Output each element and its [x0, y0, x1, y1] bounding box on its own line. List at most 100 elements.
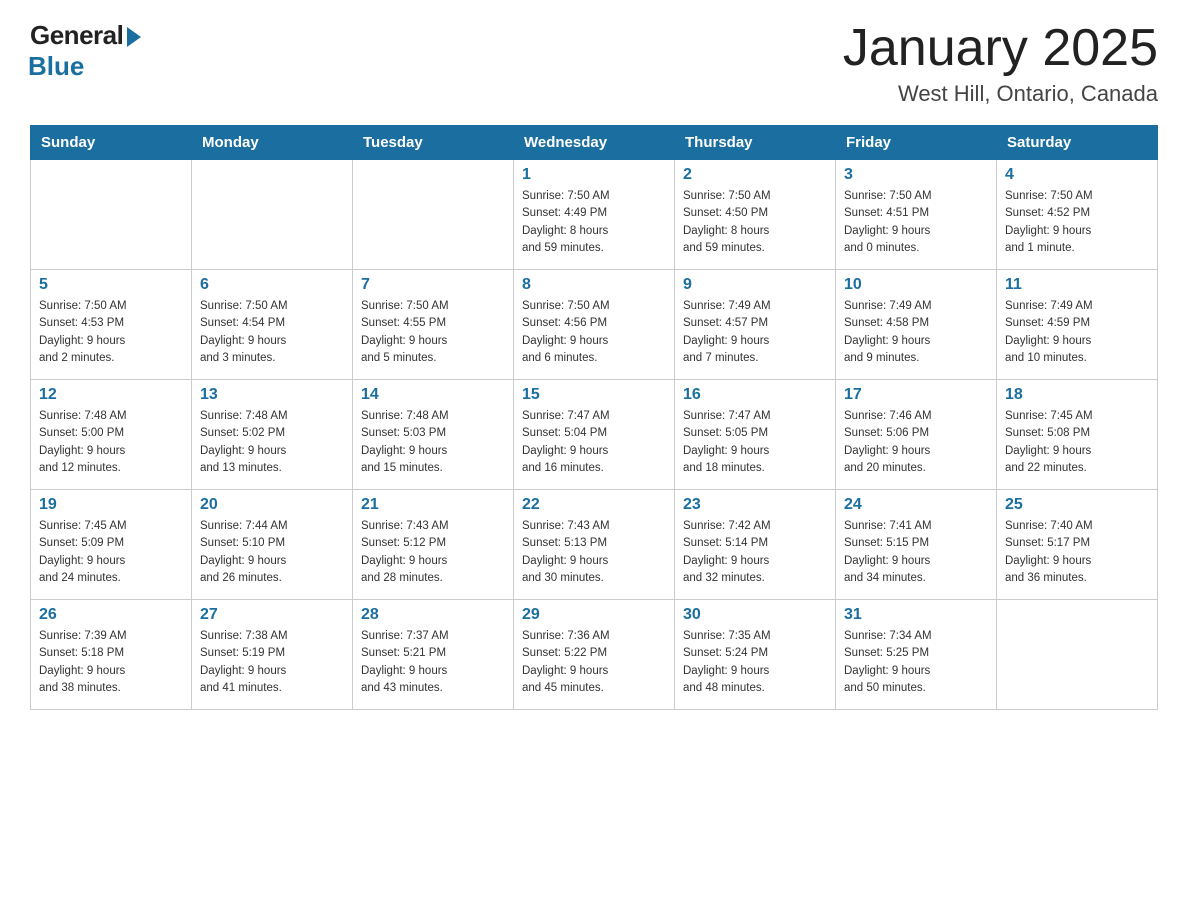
calendar-cell: 14 Sunrise: 7:48 AM Sunset: 5:03 PM Dayli…: [353, 380, 514, 490]
weekday-header-friday: Friday: [836, 126, 997, 160]
day-number: 18: [1005, 386, 1149, 404]
day-info: Sunrise: 7:50 AM Sunset: 4:54 PM Dayligh…: [200, 298, 344, 367]
calendar-cell: [353, 160, 514, 270]
calendar-week-3: 12 Sunrise: 7:48 AM Sunset: 5:00 PM Dayli…: [31, 380, 1158, 490]
calendar-week-1: 1 Sunrise: 7:50 AM Sunset: 4:49 PM Daylig…: [31, 160, 1158, 270]
calendar-location: West Hill, Ontario, Canada: [843, 81, 1158, 107]
day-info: Sunrise: 7:43 AM Sunset: 5:13 PM Dayligh…: [522, 518, 666, 587]
day-number: 12: [39, 386, 183, 404]
day-info: Sunrise: 7:46 AM Sunset: 5:06 PM Dayligh…: [844, 408, 988, 477]
day-info: Sunrise: 7:41 AM Sunset: 5:15 PM Dayligh…: [844, 518, 988, 587]
day-number: 14: [361, 386, 505, 404]
calendar-cell: 29 Sunrise: 7:36 AM Sunset: 5:22 PM Dayli…: [514, 600, 675, 710]
day-number: 13: [200, 386, 344, 404]
day-info: Sunrise: 7:50 AM Sunset: 4:53 PM Dayligh…: [39, 298, 183, 367]
calendar-week-4: 19Sunrise: 7:45 AM Sunset: 5:09 PM Dayli…: [31, 490, 1158, 600]
day-number: 24: [844, 496, 988, 514]
day-info: Sunrise: 7:36 AM Sunset: 5:22 PM Dayligh…: [522, 628, 666, 697]
calendar-cell: 4Sunrise: 7:50 AM Sunset: 4:52 PM Daylig…: [997, 160, 1158, 270]
day-info: Sunrise: 7:35 AM Sunset: 5:24 PM Dayligh…: [683, 628, 827, 697]
day-number: 1: [522, 166, 666, 184]
day-number: 23: [683, 496, 827, 514]
calendar-cell: 16Sunrise: 7:47 AM Sunset: 5:05 PM Dayli…: [675, 380, 836, 490]
day-info: Sunrise: 7:38 AM Sunset: 5:19 PM Dayligh…: [200, 628, 344, 697]
weekday-header-wednesday: Wednesday: [514, 126, 675, 160]
day-number: 30: [683, 606, 827, 624]
day-number: 11: [1005, 276, 1149, 294]
calendar-cell: 21 Sunrise: 7:43 AM Sunset: 5:12 PM Dayli…: [353, 490, 514, 600]
day-info: Sunrise: 7:49 AM Sunset: 4:57 PM Dayligh…: [683, 298, 827, 367]
day-number: 21: [361, 496, 505, 514]
weekday-header-row: SundayMondayTuesdayWednesdayThursdayFrid…: [31, 126, 1158, 160]
day-number: 16: [683, 386, 827, 404]
day-info: Sunrise: 7:48 AM Sunset: 5:00 PM Dayligh…: [39, 408, 183, 477]
day-number: 4: [1005, 166, 1149, 184]
calendar-cell: 17 Sunrise: 7:46 AM Sunset: 5:06 PM Dayli…: [836, 380, 997, 490]
day-info: Sunrise: 7:48 AM Sunset: 5:02 PM Dayligh…: [200, 408, 344, 477]
day-info: Sunrise: 7:49 AM Sunset: 4:58 PM Dayligh…: [844, 298, 988, 367]
calendar-cell: 23 Sunrise: 7:42 AM Sunset: 5:14 PM Dayli…: [675, 490, 836, 600]
day-number: 2: [683, 166, 827, 184]
day-number: 29: [522, 606, 666, 624]
day-info: Sunrise: 7:48 AM Sunset: 5:03 PM Dayligh…: [361, 408, 505, 477]
day-number: 8: [522, 276, 666, 294]
calendar-cell: 13 Sunrise: 7:48 AM Sunset: 5:02 PM Dayli…: [192, 380, 353, 490]
day-info: Sunrise: 7:43 AM Sunset: 5:12 PM Dayligh…: [361, 518, 505, 587]
calendar-cell: 9 Sunrise: 7:49 AM Sunset: 4:57 PM Daylig…: [675, 270, 836, 380]
calendar-cell: 18Sunrise: 7:45 AM Sunset: 5:08 PM Dayli…: [997, 380, 1158, 490]
calendar-cell: 2 Sunrise: 7:50 AM Sunset: 4:50 PM Daylig…: [675, 160, 836, 270]
weekday-header-sunday: Sunday: [31, 126, 192, 160]
calendar-cell: 19Sunrise: 7:45 AM Sunset: 5:09 PM Dayli…: [31, 490, 192, 600]
weekday-header-thursday: Thursday: [675, 126, 836, 160]
calendar-cell: 26 Sunrise: 7:39 AM Sunset: 5:18 PM Dayli…: [31, 600, 192, 710]
day-info: Sunrise: 7:47 AM Sunset: 5:04 PM Dayligh…: [522, 408, 666, 477]
logo-general-text: General: [30, 20, 123, 51]
calendar-cell: 5Sunrise: 7:50 AM Sunset: 4:53 PM Daylig…: [31, 270, 192, 380]
day-number: 22: [522, 496, 666, 514]
day-number: 25: [1005, 496, 1149, 514]
day-number: 7: [361, 276, 505, 294]
day-number: 26: [39, 606, 183, 624]
title-section: January 2025 West Hill, Ontario, Canada: [843, 20, 1158, 107]
day-info: Sunrise: 7:50 AM Sunset: 4:49 PM Dayligh…: [522, 188, 666, 257]
day-info: Sunrise: 7:50 AM Sunset: 4:51 PM Dayligh…: [844, 188, 988, 257]
calendar-cell: [31, 160, 192, 270]
calendar-cell: 10Sunrise: 7:49 AM Sunset: 4:58 PM Dayli…: [836, 270, 997, 380]
calendar-cell: 3Sunrise: 7:50 AM Sunset: 4:51 PM Daylig…: [836, 160, 997, 270]
calendar-cell: 28 Sunrise: 7:37 AM Sunset: 5:21 PM Dayli…: [353, 600, 514, 710]
weekday-header-saturday: Saturday: [997, 126, 1158, 160]
day-info: Sunrise: 7:40 AM Sunset: 5:17 PM Dayligh…: [1005, 518, 1149, 587]
weekday-header-tuesday: Tuesday: [353, 126, 514, 160]
day-info: Sunrise: 7:37 AM Sunset: 5:21 PM Dayligh…: [361, 628, 505, 697]
day-number: 20: [200, 496, 344, 514]
calendar-cell: 20 Sunrise: 7:44 AM Sunset: 5:10 PM Dayli…: [192, 490, 353, 600]
day-info: Sunrise: 7:50 AM Sunset: 4:50 PM Dayligh…: [683, 188, 827, 257]
calendar-cell: 8Sunrise: 7:50 AM Sunset: 4:56 PM Daylig…: [514, 270, 675, 380]
day-info: Sunrise: 7:42 AM Sunset: 5:14 PM Dayligh…: [683, 518, 827, 587]
calendar-table: SundayMondayTuesdayWednesdayThursdayFrid…: [30, 125, 1158, 710]
calendar-cell: 11 Sunrise: 7:49 AM Sunset: 4:59 PM Dayli…: [997, 270, 1158, 380]
calendar-cell: 27 Sunrise: 7:38 AM Sunset: 5:19 PM Dayli…: [192, 600, 353, 710]
calendar-cell: 15Sunrise: 7:47 AM Sunset: 5:04 PM Dayli…: [514, 380, 675, 490]
day-info: Sunrise: 7:39 AM Sunset: 5:18 PM Dayligh…: [39, 628, 183, 697]
calendar-title: January 2025: [843, 20, 1158, 77]
day-info: Sunrise: 7:44 AM Sunset: 5:10 PM Dayligh…: [200, 518, 344, 587]
calendar-cell: 12 Sunrise: 7:48 AM Sunset: 5:00 PM Dayli…: [31, 380, 192, 490]
day-number: 28: [361, 606, 505, 624]
day-number: 17: [844, 386, 988, 404]
calendar-cell: 7Sunrise: 7:50 AM Sunset: 4:55 PM Daylig…: [353, 270, 514, 380]
calendar-cell: 22 Sunrise: 7:43 AM Sunset: 5:13 PM Dayli…: [514, 490, 675, 600]
calendar-cell: 6 Sunrise: 7:50 AM Sunset: 4:54 PM Daylig…: [192, 270, 353, 380]
calendar-cell: [192, 160, 353, 270]
calendar-cell: 24 Sunrise: 7:41 AM Sunset: 5:15 PM Dayli…: [836, 490, 997, 600]
day-info: Sunrise: 7:34 AM Sunset: 5:25 PM Dayligh…: [844, 628, 988, 697]
day-number: 6: [200, 276, 344, 294]
page-header: General Blue January 2025 West Hill, Ont…: [30, 20, 1158, 107]
calendar-week-5: 26 Sunrise: 7:39 AM Sunset: 5:18 PM Dayli…: [31, 600, 1158, 710]
day-info: Sunrise: 7:49 AM Sunset: 4:59 PM Dayligh…: [1005, 298, 1149, 367]
day-number: 27: [200, 606, 344, 624]
day-number: 9: [683, 276, 827, 294]
logo-blue-text: Blue: [28, 51, 84, 82]
calendar-cell: 1 Sunrise: 7:50 AM Sunset: 4:49 PM Daylig…: [514, 160, 675, 270]
calendar-cell: 30 Sunrise: 7:35 AM Sunset: 5:24 PM Dayli…: [675, 600, 836, 710]
